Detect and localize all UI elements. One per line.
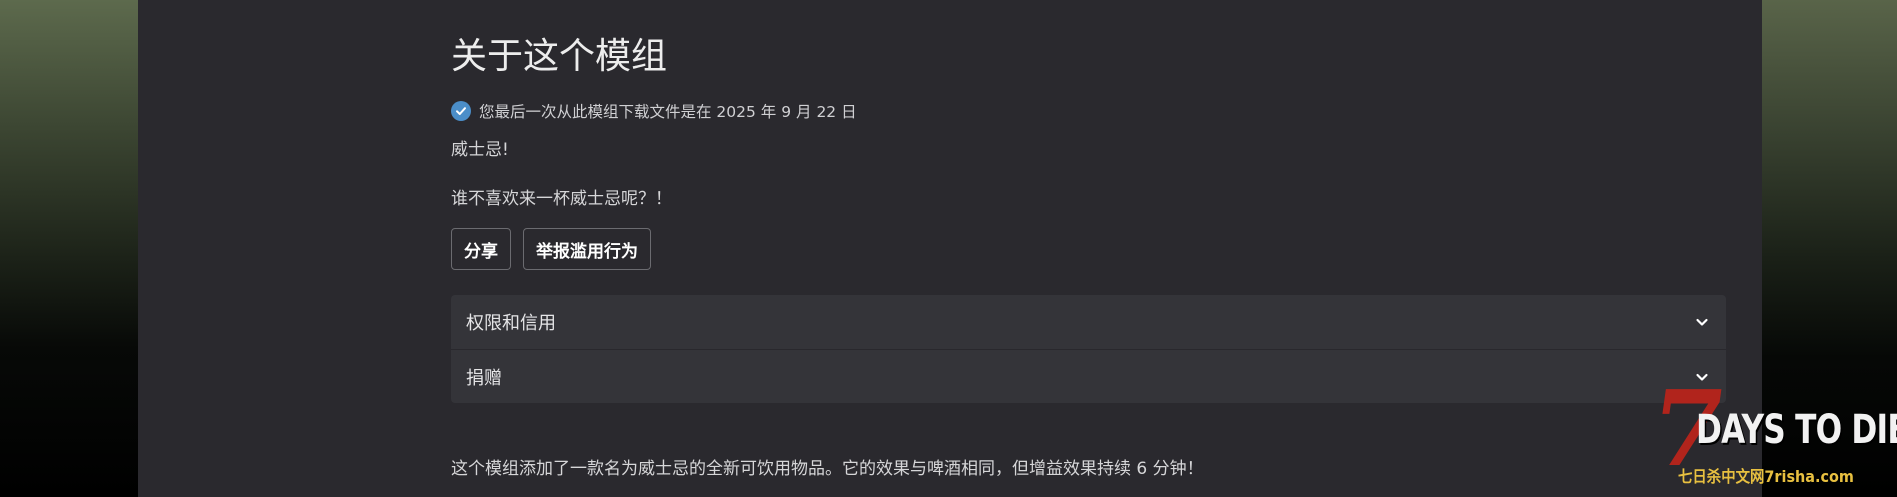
chevron-down-icon — [1694, 314, 1710, 330]
download-notice: 您最后一次从此模组下载文件是在 2025 年 9 月 22 日 — [451, 100, 857, 122]
watermark-logo: 7 DAYS TO DIE 七日杀中文网7risha.com — [1643, 367, 1897, 497]
section-title: 关于这个模组 — [451, 36, 668, 77]
download-notice-text: 您最后一次从此模组下载文件是在 2025 年 9 月 22 日 — [479, 103, 857, 121]
mod-panel: 关于这个模组 您最后一次从此模组下载文件是在 2025 年 9 月 22 日 威… — [138, 0, 1762, 497]
accordion-label: 权限和信用 — [466, 313, 556, 334]
accordion: 权限和信用 捐赠 — [451, 295, 1726, 403]
check-circle-icon — [451, 101, 471, 121]
action-buttons: 分享 举报滥用行为 — [451, 228, 651, 270]
accordion-permissions[interactable]: 权限和信用 — [451, 295, 1726, 349]
description-heading: 威士忌! — [451, 140, 509, 160]
report-abuse-button[interactable]: 举报滥用行为 — [523, 228, 651, 270]
background-left — [0, 0, 138, 497]
accordion-label: 捐赠 — [466, 367, 502, 389]
mod-description: 这个模组添加了一款名为威士忌的全新可饮用物品。它的效果与啤酒相同，但增益效果持续… — [451, 459, 1204, 479]
share-button[interactable]: 分享 — [451, 228, 511, 270]
description-tagline: 谁不喜欢来一杯威士忌呢？！ — [451, 189, 672, 209]
watermark-title: DAYS TO DIE — [1696, 407, 1897, 453]
watermark-subtitle: 七日杀中文网7risha.com — [1678, 467, 1854, 486]
accordion-donations[interactable]: 捐赠 — [451, 349, 1726, 403]
